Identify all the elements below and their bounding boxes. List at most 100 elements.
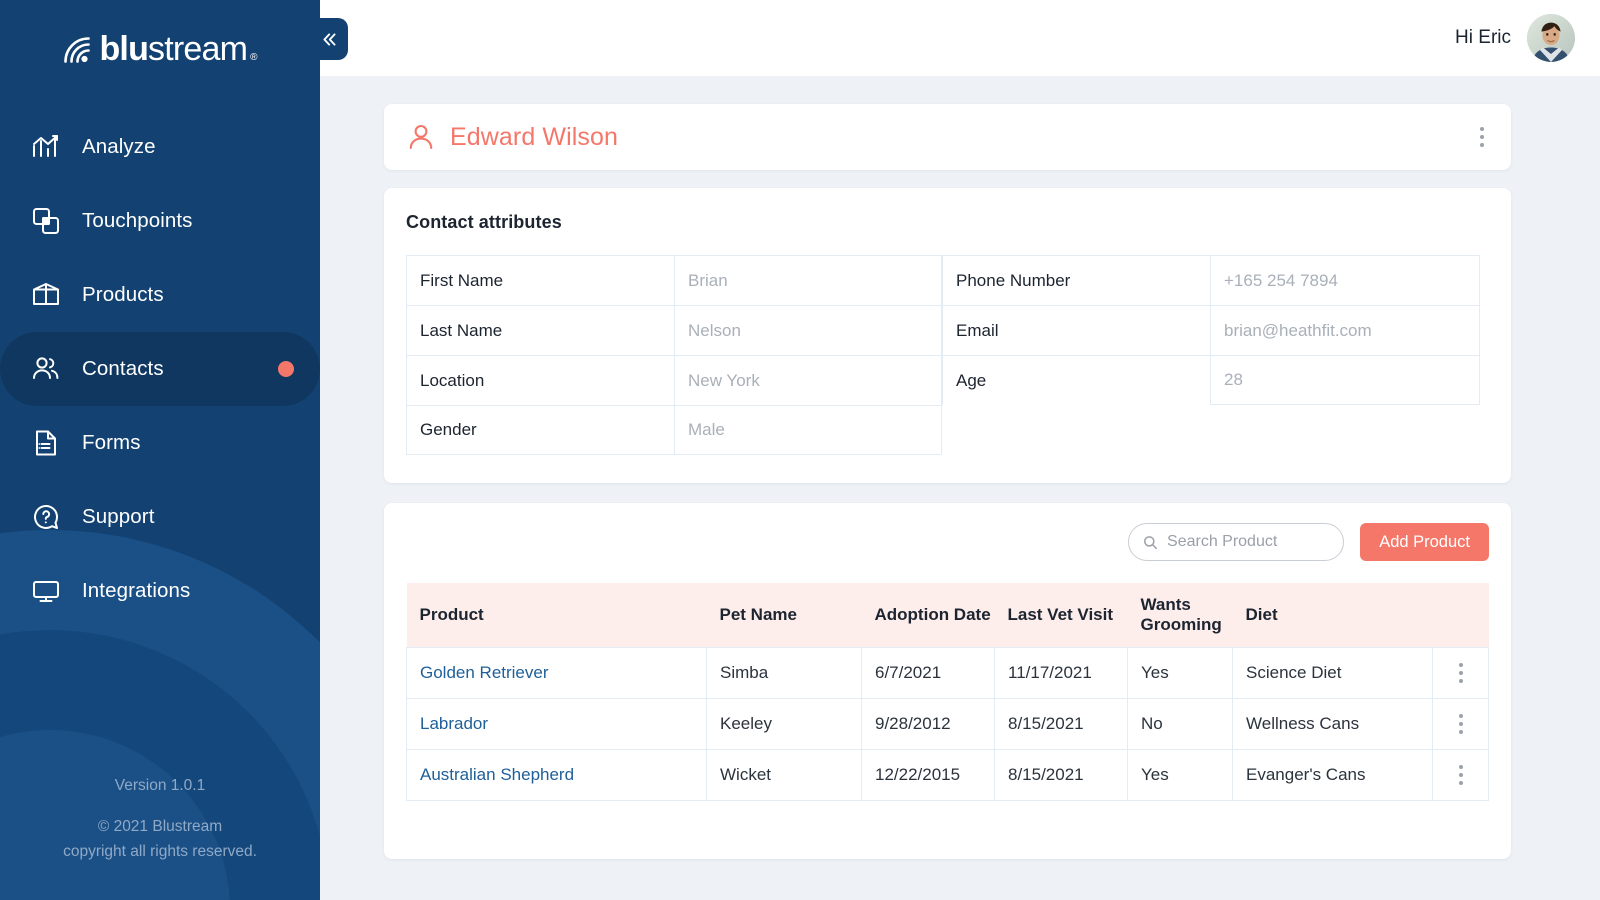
- brand-wordmark-bold: blu: [99, 30, 149, 68]
- row-options-menu-icon[interactable]: [1458, 765, 1463, 785]
- cell-wants-grooming: No: [1127, 698, 1233, 750]
- column-header-diet[interactable]: Diet: [1232, 583, 1433, 648]
- brand-logo[interactable]: blustream ®: [0, 0, 320, 96]
- app-version: Version 1.0.1: [114, 777, 206, 794]
- cell-wants-grooming: Yes: [1127, 647, 1233, 699]
- sidebar-item-label: Contacts: [82, 357, 164, 380]
- attribute-value[interactable]: New York: [674, 355, 942, 405]
- cell-last-vet-visit: 8/15/2021: [994, 749, 1128, 801]
- cell-actions: [1432, 647, 1489, 699]
- product-link[interactable]: Labrador: [420, 714, 488, 733]
- brand-wordmark: blustream: [99, 30, 248, 68]
- attribute-label: Last Name: [406, 305, 674, 355]
- sidebar-collapse-button[interactable]: [310, 18, 348, 60]
- row-options-menu-icon[interactable]: [1458, 663, 1463, 683]
- cell-adoption-date: 9/28/2012: [861, 698, 995, 750]
- sidebar-item-support[interactable]: Support: [0, 480, 320, 554]
- sidebar-item-integrations[interactable]: Integrations: [0, 554, 320, 628]
- sidebar-item-contacts[interactable]: Contacts: [0, 332, 320, 406]
- chevron-double-left-icon: [322, 32, 336, 46]
- sidebar-footer: Version 1.0.1 © 2021 Blustream copyright…: [0, 773, 320, 864]
- table-row: Golden Retriever Simba 6/7/2021 11/17/20…: [406, 647, 1489, 699]
- table-row: Labrador Keeley 9/28/2012 8/15/2021 No W…: [406, 698, 1489, 750]
- products-table: Product Pet Name Adoption Date Last Vet …: [406, 583, 1489, 801]
- contact-options-menu-icon[interactable]: [1471, 124, 1493, 150]
- attribute-value[interactable]: Male: [674, 405, 942, 455]
- attribute-label: Gender: [406, 405, 674, 455]
- document-icon: [28, 425, 64, 461]
- contact-attributes-grid: First Name Brian Phone Number +165 254 7…: [406, 255, 1489, 455]
- attribute-label: Age: [942, 355, 1210, 405]
- question-circle-icon: [28, 499, 64, 535]
- attribute-value[interactable]: +165 254 7894: [1210, 255, 1480, 305]
- cell-actions: [1432, 749, 1489, 801]
- product-link[interactable]: Golden Retriever: [420, 663, 549, 682]
- products-card: Add Product Product Pet Name Adoption Da…: [384, 503, 1511, 859]
- analytics-icon: [28, 129, 64, 165]
- products-table-header-row: Product Pet Name Adoption Date Last Vet …: [406, 583, 1489, 648]
- attribute-label: First Name: [406, 255, 674, 305]
- copyright-line-1: © 2021 Blustream: [97, 818, 223, 835]
- cell-product: Golden Retriever: [406, 647, 707, 699]
- avatar-image: [1527, 14, 1575, 62]
- sidebar-item-label: Analyze: [82, 135, 156, 158]
- brand-registered-mark: ®: [250, 52, 258, 63]
- content-area: Edward Wilson Contact attributes First N…: [320, 76, 1600, 900]
- app-root: blustream ® Analyze Touchpoints Products…: [0, 0, 1600, 900]
- cell-actions: [1432, 698, 1489, 750]
- cell-product: Australian Shepherd: [406, 749, 707, 801]
- row-options-menu-icon[interactable]: [1458, 714, 1463, 734]
- user-greeting: Hi Eric: [1455, 27, 1511, 48]
- person-icon: [409, 124, 433, 150]
- contact-attributes-card: Contact attributes First Name Brian Phon…: [384, 188, 1511, 483]
- cell-pet-name: Simba: [706, 647, 862, 699]
- copyright-line-2: copyright all rights reserved.: [63, 843, 257, 860]
- column-header-actions: [1432, 583, 1489, 648]
- sidebar: blustream ® Analyze Touchpoints Products…: [0, 0, 320, 900]
- contact-header-card: Edward Wilson: [384, 104, 1511, 170]
- cell-pet-name: Keeley: [706, 698, 862, 750]
- attribute-value[interactable]: Nelson: [674, 305, 942, 355]
- cell-diet: Wellness Cans: [1232, 698, 1433, 750]
- sidebar-item-products[interactable]: Products: [0, 258, 320, 332]
- column-header-pet-name[interactable]: Pet Name: [706, 583, 862, 648]
- attribute-label: Email: [942, 305, 1210, 355]
- column-header-last-vet-visit[interactable]: Last Vet Visit: [994, 583, 1128, 648]
- box-icon: [28, 277, 64, 313]
- table-row: Australian Shepherd Wicket 12/22/2015 8/…: [406, 749, 1489, 801]
- attribute-label: Phone Number: [942, 255, 1210, 305]
- cell-last-vet-visit: 11/17/2021: [994, 647, 1128, 699]
- main-area: Hi Eric Edward Wilson Contact attributes…: [320, 0, 1600, 900]
- sidebar-item-analyze[interactable]: Analyze: [0, 110, 320, 184]
- column-header-adoption-date[interactable]: Adoption Date: [861, 583, 995, 648]
- search-input[interactable]: [1167, 533, 1330, 551]
- cell-adoption-date: 6/7/2021: [861, 647, 995, 699]
- avatar[interactable]: [1527, 14, 1575, 62]
- cell-adoption-date: 12/22/2015: [861, 749, 995, 801]
- attribute-value[interactable]: 28: [1210, 355, 1480, 405]
- attribute-empty-cell: [942, 405, 1210, 455]
- cell-last-vet-visit: 8/15/2021: [994, 698, 1128, 750]
- search-icon: [1144, 535, 1158, 549]
- sidebar-item-touchpoints[interactable]: Touchpoints: [0, 184, 320, 258]
- logo-dot: [81, 55, 89, 63]
- attribute-empty-cell: [1210, 405, 1480, 455]
- people-icon: [28, 351, 64, 387]
- add-product-button[interactable]: Add Product: [1360, 523, 1489, 561]
- product-link[interactable]: Australian Shepherd: [420, 765, 574, 784]
- sidebar-item-label: Integrations: [82, 579, 191, 602]
- contact-attributes-title: Contact attributes: [406, 212, 562, 232]
- brand-wordmark-light: stream: [148, 30, 248, 68]
- search-product-box[interactable]: [1128, 523, 1345, 561]
- cell-diet: Evanger's Cans: [1232, 749, 1433, 801]
- sidebar-item-label: Support: [82, 505, 155, 528]
- column-header-wants-grooming[interactable]: Wants Grooming: [1127, 583, 1233, 648]
- attribute-value[interactable]: Brian: [674, 255, 942, 305]
- attribute-value[interactable]: brian@heathfit.com: [1210, 305, 1480, 355]
- top-bar: Hi Eric: [320, 0, 1600, 76]
- sidebar-item-forms[interactable]: Forms: [0, 406, 320, 480]
- blustream-wifi-icon: [64, 37, 91, 63]
- cell-product: Labrador: [406, 698, 707, 750]
- column-header-product[interactable]: Product: [406, 583, 707, 648]
- sidebar-item-badge-dot: [278, 361, 294, 377]
